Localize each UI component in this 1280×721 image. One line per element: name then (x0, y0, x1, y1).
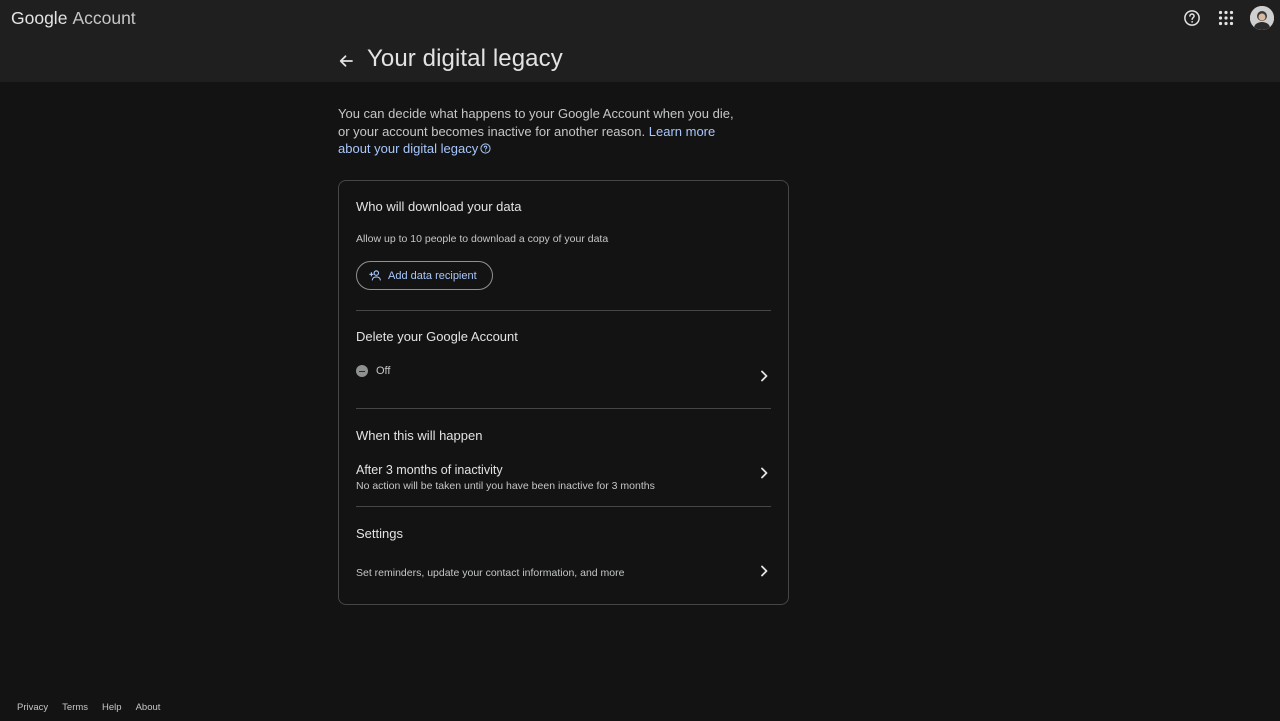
when-title: When this will happen (356, 428, 483, 443)
top-icons (1180, 6, 1274, 30)
logo-account-text: Account (72, 8, 136, 28)
legacy-settings-card: Who will download your data Allow up to … (338, 180, 789, 605)
logo-google-text: Google (11, 8, 68, 28)
divider (356, 408, 771, 409)
avatar[interactable] (1250, 6, 1274, 30)
delete-account-row[interactable]: Delete your Google Account Off (356, 329, 771, 389)
add-person-icon (369, 270, 381, 281)
help-icon[interactable] (1180, 6, 1204, 30)
chevron-right-icon (761, 565, 768, 577)
off-status-icon (356, 365, 368, 377)
apps-grid-icon[interactable] (1214, 6, 1238, 30)
footer-link-terms[interactable]: Terms (62, 702, 88, 713)
delete-title: Delete your Google Account (356, 329, 518, 344)
add-data-recipient-button[interactable]: Add data recipient (356, 261, 493, 290)
when-detail: No action will be taken until you have b… (356, 480, 655, 492)
footer-link-privacy[interactable]: Privacy (17, 702, 48, 713)
add-data-recipient-label: Add data recipient (388, 269, 477, 282)
when-value: After 3 months of inactivity (356, 463, 503, 477)
footer-link-help[interactable]: Help (102, 702, 122, 713)
download-section: Who will download your data Allow up to … (356, 199, 771, 245)
download-subtitle: Allow up to 10 people to download a copy… (356, 233, 609, 245)
settings-row[interactable]: Settings Set reminders, update your cont… (356, 526, 771, 586)
delete-status-text: Off (376, 365, 391, 377)
top-bar: Google Account Your digital legacy (0, 0, 1280, 82)
delete-status: Off (356, 365, 771, 377)
page-title: Your digital legacy (367, 45, 563, 72)
chevron-right-icon (761, 370, 768, 382)
back-arrow-icon[interactable] (334, 49, 358, 73)
download-title: Who will download your data (356, 199, 522, 214)
info-icon[interactable] (480, 141, 491, 159)
footer: Privacy Terms Help About (17, 702, 174, 713)
settings-detail: Set reminders, update your contact infor… (356, 567, 625, 579)
google-account-logo[interactable]: Google Account (11, 8, 136, 30)
divider (356, 506, 771, 507)
divider (356, 310, 771, 311)
footer-link-about[interactable]: About (136, 702, 161, 713)
chevron-right-icon (761, 467, 768, 479)
when-this-will-happen-row[interactable]: When this will happen After 3 months of … (356, 428, 771, 492)
intro-paragraph: You can decide what happens to your Goog… (338, 105, 738, 159)
settings-title: Settings (356, 526, 403, 541)
